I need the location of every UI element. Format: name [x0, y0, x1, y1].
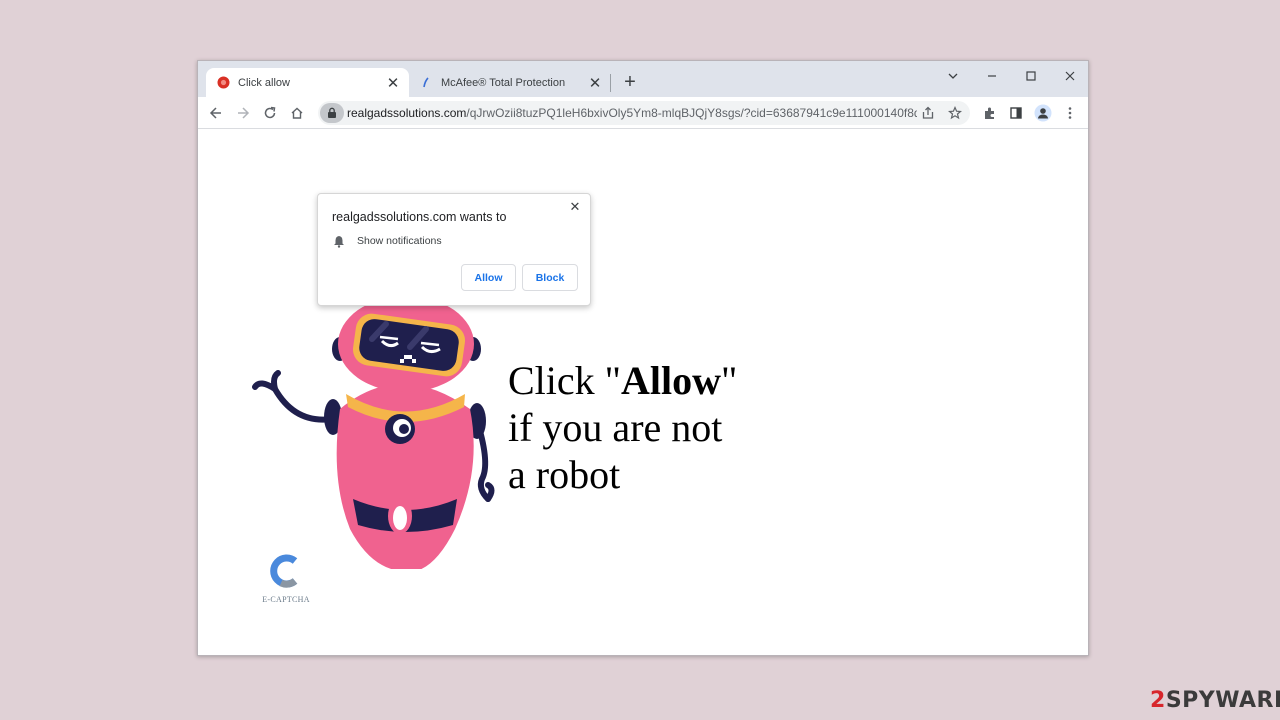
browser-toolbar: realgadssolutions.com/qJrwOzii8tuzPQ1leH… [198, 97, 1088, 129]
prompt-permission-label: Show notifications [357, 235, 442, 247]
captcha-label: E-CAPTCHA [262, 595, 310, 604]
headline-line-1: Click "Allow" [508, 358, 738, 403]
tab-separator [610, 74, 611, 92]
headline-text: Click "Allow" if you are not a robot [508, 357, 737, 498]
tab-close-icon[interactable]: ✕ [384, 74, 402, 92]
forward-icon[interactable] [231, 101, 255, 125]
close-icon[interactable] [1057, 65, 1083, 87]
tab-title: McAfee® Total Protection [441, 76, 566, 89]
page: { "browser": { "tabs": [ {"title": "Clic… [0, 0, 1280, 720]
home-icon[interactable] [285, 101, 309, 125]
minimize-icon[interactable] [979, 65, 1005, 87]
maximize-icon[interactable] [1018, 65, 1044, 87]
extensions-icon[interactable] [978, 101, 1002, 125]
prompt-permission-row: Show notifications [332, 234, 442, 248]
page-viewport: Click "Allow" if you are not a robot E-C… [198, 129, 1088, 655]
star-icon[interactable] [945, 103, 965, 123]
url-host: realgadssolutions.com [347, 106, 467, 120]
robot-illustration [250, 289, 500, 574]
prompt-close-icon[interactable]: ✕ [567, 199, 583, 215]
bell-icon [332, 234, 346, 248]
watermark-logo: 2SPYWARE [1150, 688, 1280, 713]
reload-icon[interactable] [258, 101, 282, 125]
captcha-c-icon [270, 554, 298, 588]
block-button[interactable]: Block [522, 264, 578, 291]
tab-close-icon[interactable]: ✕ [586, 74, 604, 92]
mcafee-favicon-icon [419, 76, 433, 90]
red-circle-favicon-icon [216, 76, 230, 90]
profile-icon[interactable] [1031, 101, 1055, 125]
url-path: /qJrwOzii8tuzPQ1leH6bxivOly5Ym8-mlqBJQjY… [466, 106, 917, 120]
share-icon[interactable] [918, 103, 938, 123]
tab-title: Click allow [238, 76, 290, 89]
url-text[interactable]: realgadssolutions.com/qJrwOzii8tuzPQ1leH… [347, 106, 917, 120]
lock-icon[interactable] [320, 103, 344, 123]
back-icon[interactable] [204, 101, 228, 125]
menu-icon[interactable] [1058, 101, 1082, 125]
captcha-logo: E-CAPTCHA [260, 554, 312, 604]
new-tab-button[interactable]: + [619, 71, 641, 93]
allow-button[interactable]: Allow [461, 264, 516, 291]
prompt-title: realgadssolutions.com wants to [332, 210, 507, 224]
tab-mcafee[interactable]: McAfee® Total Protection ✕ [409, 68, 611, 97]
browser-window: Click allow ✕ McAfee® Total Protection ✕… [197, 60, 1089, 656]
headline-line-2: if you are not [508, 405, 723, 450]
address-bar[interactable]: realgadssolutions.com/qJrwOzii8tuzPQ1leH… [318, 101, 970, 125]
notification-permission-prompt: realgadssolutions.com wants to ✕ Show no… [317, 193, 591, 306]
headline-line-3: a robot [508, 452, 621, 497]
chevron-down-icon[interactable] [940, 65, 966, 87]
tab-strip: Click allow ✕ McAfee® Total Protection ✕… [198, 61, 1088, 97]
tab-click-allow[interactable]: Click allow ✕ [206, 68, 409, 97]
side-panel-icon[interactable] [1004, 101, 1028, 125]
